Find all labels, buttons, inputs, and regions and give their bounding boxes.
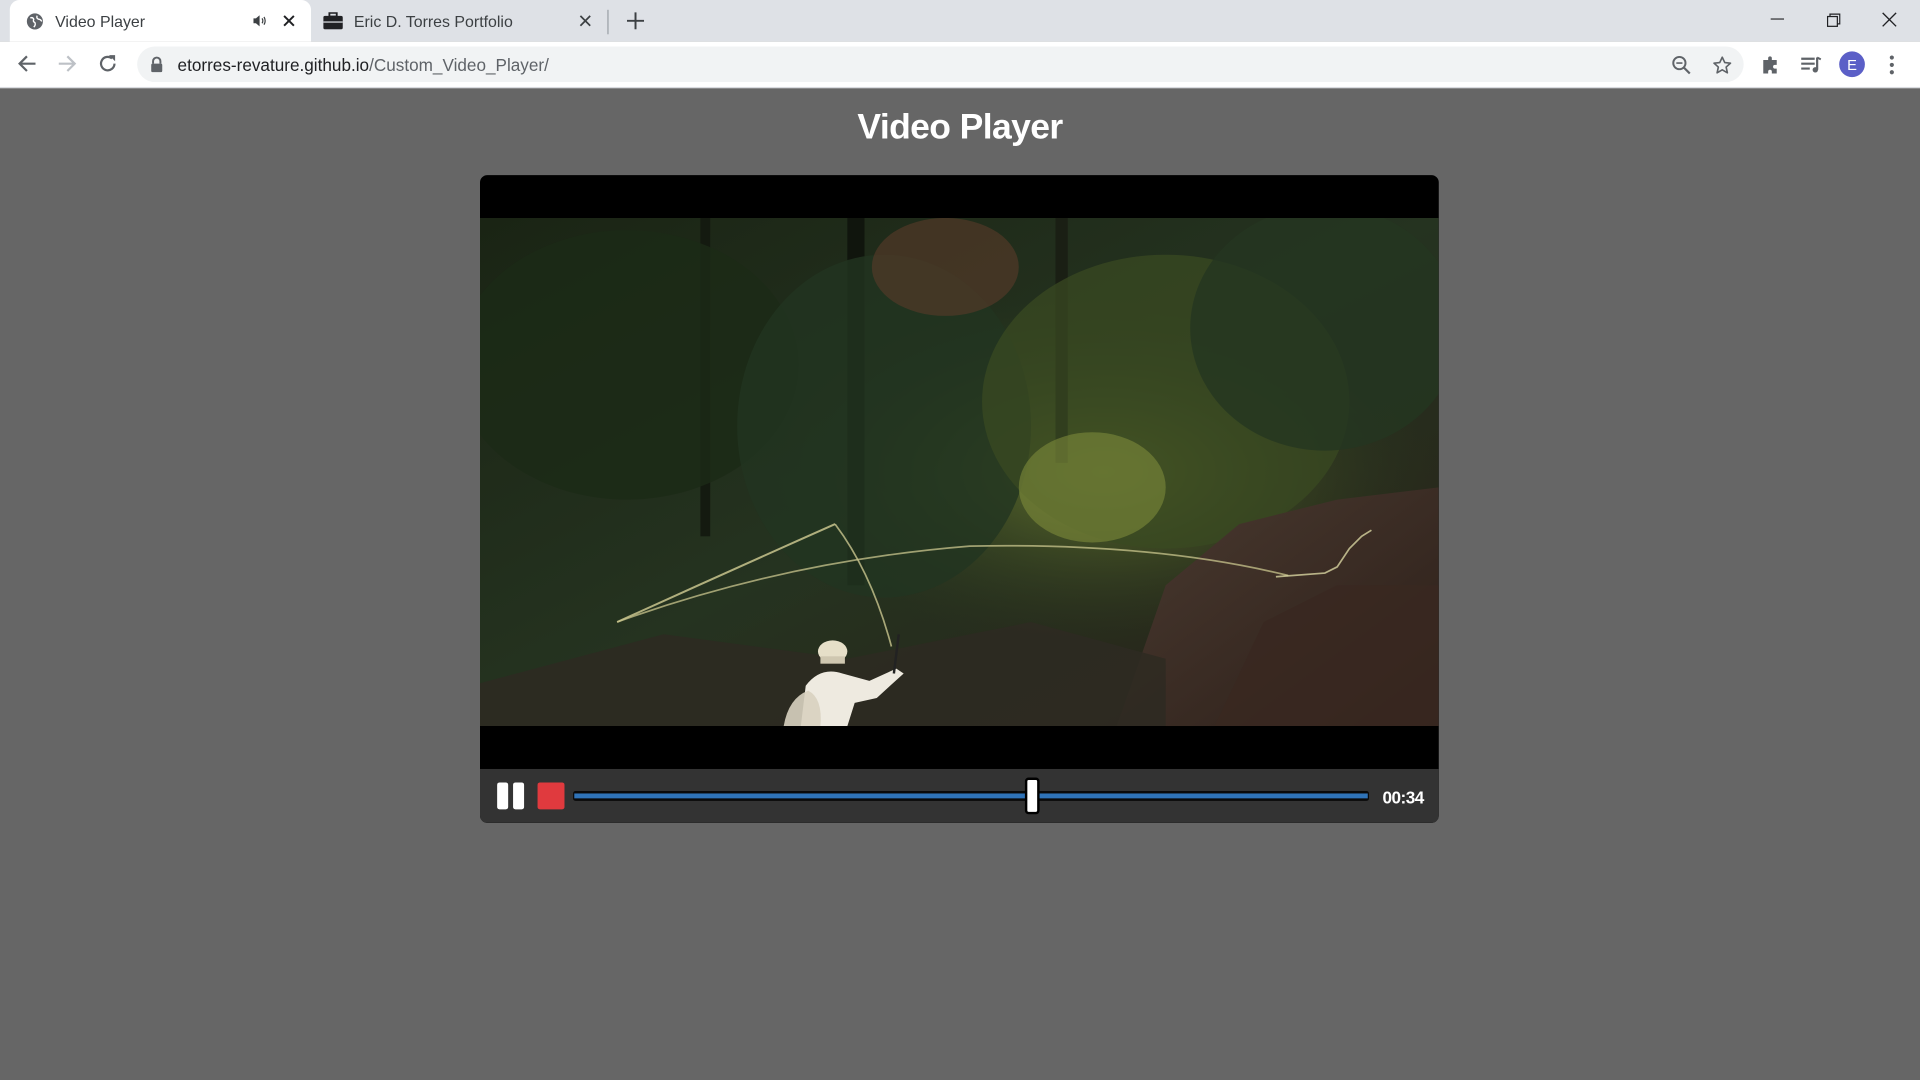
media-control-icon[interactable]	[1798, 51, 1825, 78]
reload-button[interactable]	[91, 47, 125, 81]
forward-button[interactable]	[50, 47, 84, 81]
minimize-icon	[1770, 18, 1784, 20]
pause-bar-icon	[513, 782, 525, 810]
zoom-icon[interactable]	[1669, 53, 1693, 77]
reload-icon	[99, 55, 116, 72]
more-menu-icon[interactable]	[1878, 51, 1905, 78]
browser-toolbar: etorres-revature.github.io/Custom_Video_…	[0, 41, 1920, 89]
tab-video-player[interactable]: Video Player	[9, 0, 312, 42]
extensions-icon[interactable]	[1757, 51, 1784, 78]
forward-arrow-icon	[58, 55, 77, 72]
close-tab-icon[interactable]	[279, 11, 299, 31]
restore-button[interactable]	[1805, 0, 1861, 39]
back-button[interactable]	[10, 47, 44, 81]
page-title: Video Player	[857, 107, 1063, 147]
pause-bar-icon	[497, 782, 509, 810]
close-icon	[1882, 12, 1897, 27]
url-host: etorres-revature.github.io	[177, 55, 370, 75]
tab-separator	[607, 9, 609, 35]
briefcase-icon	[323, 11, 343, 31]
speaker-icon[interactable]	[252, 13, 272, 28]
video-player: 00:34	[480, 175, 1439, 823]
restore-icon	[1826, 12, 1840, 27]
progress-thumb[interactable]	[1024, 777, 1040, 815]
fly-fishing-scene	[480, 217, 1439, 727]
minimize-button[interactable]	[1749, 0, 1805, 39]
player-controls: 00:34	[480, 768, 1439, 823]
tab-portfolio[interactable]: Eric D. Torres Portfolio	[311, 0, 607, 42]
browser-window: Video Player Eric D. Torres Portfolio et…	[0, 0, 1920, 1080]
progress-slider[interactable]	[573, 791, 1369, 801]
profile-avatar[interactable]: E	[1839, 51, 1865, 78]
tab-title: Video Player	[55, 11, 146, 31]
tab-title: Eric D. Torres Portfolio	[353, 11, 513, 31]
stop-button[interactable]	[537, 782, 565, 810]
lock-icon	[151, 56, 163, 73]
tab-strip: Video Player Eric D. Torres Portfolio	[0, 0, 1920, 42]
address-bar[interactable]: etorres-revature.github.io/Custom_Video_…	[137, 46, 1744, 83]
plus-icon	[626, 12, 645, 30]
new-tab-button[interactable]	[623, 9, 647, 33]
video-frame[interactable]	[480, 217, 1439, 727]
url-path: /Custom_Video_Player/	[369, 55, 549, 75]
close-window-button[interactable]	[1861, 0, 1917, 39]
close-tab-icon[interactable]	[576, 11, 596, 31]
time-display: 00:34	[1382, 787, 1424, 807]
back-arrow-icon	[18, 55, 36, 72]
url-text: etorres-revature.github.io/Custom_Video_…	[178, 55, 549, 75]
bookmark-star-icon[interactable]	[1709, 53, 1733, 77]
pause-button[interactable]	[497, 782, 525, 810]
globe-icon	[24, 11, 44, 31]
progress-line	[574, 793, 1368, 799]
